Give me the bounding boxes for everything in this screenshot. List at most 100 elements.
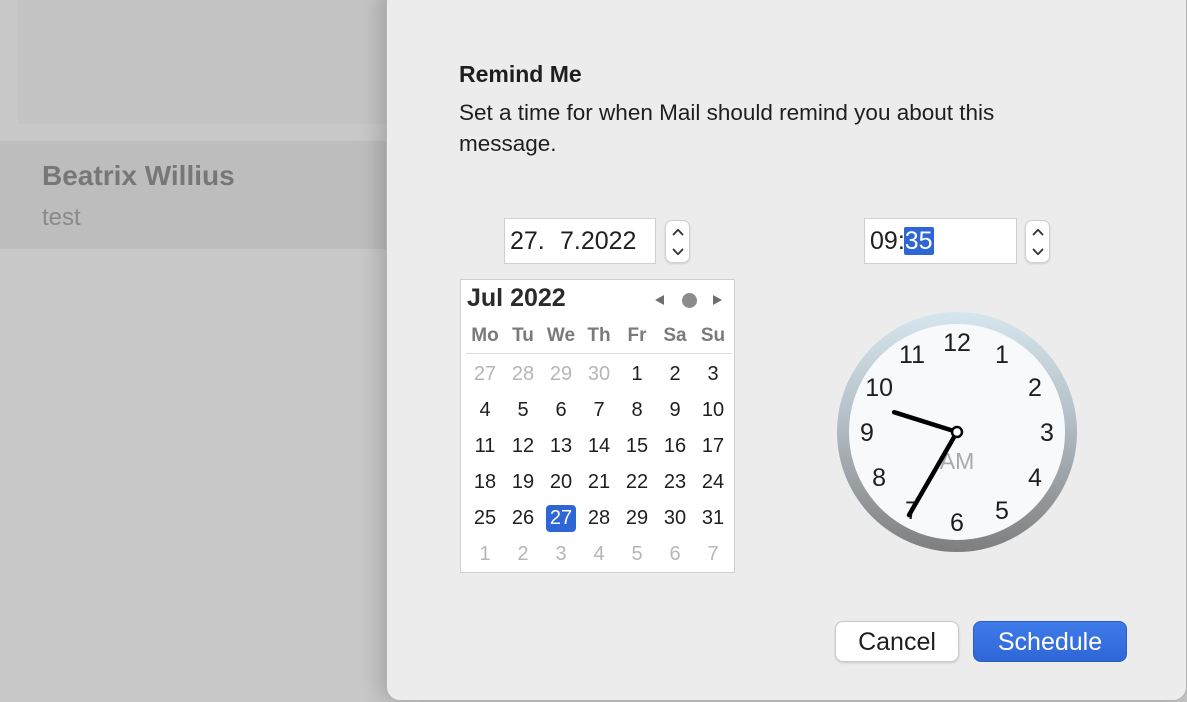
calendar-day[interactable]: 3 (542, 536, 580, 572)
calendar-day-number: 2 (517, 542, 529, 565)
calendar-day[interactable]: 13 (542, 428, 580, 464)
calendar-day[interactable]: 7 (694, 536, 732, 572)
calendar-day[interactable]: 19 (504, 464, 542, 500)
calendar-day[interactable]: 2 (504, 536, 542, 572)
clock-number: 9 (860, 419, 874, 447)
calendar-day-number: 31 (701, 506, 725, 529)
calendar-day-number: 20 (549, 470, 573, 493)
time-minute-segment[interactable]: 35 (903, 227, 934, 255)
calendar-day[interactable]: 14 (580, 428, 618, 464)
calendar-day[interactable]: 12 (504, 428, 542, 464)
calendar-day[interactable]: 28 (580, 500, 618, 536)
calendar-day-number: 29 (625, 506, 649, 529)
calendar-day-number: 15 (625, 434, 649, 457)
calendar-day[interactable]: 10 (694, 392, 732, 428)
calendar-week-row: 4 5 6 7 8 9 10 (466, 392, 732, 428)
message-sender: Beatrix Willius (42, 160, 235, 191)
calendar-day-number: 30 (663, 506, 687, 529)
calendar-day[interactable]: 15 (618, 428, 656, 464)
calendar-day-number: 7 (593, 398, 605, 421)
date-field[interactable]: 27. 7.2022 (504, 218, 656, 264)
triangle-left-icon[interactable] (652, 292, 668, 308)
calendar-day[interactable]: 18 (466, 464, 504, 500)
cancel-button[interactable]: Cancel (835, 621, 959, 662)
remind-me-sheet: Remind Me Set a time for when Mail shoul… (386, 0, 1187, 701)
calendar-day[interactable]: 31 (694, 500, 732, 536)
clock-number: 8 (872, 464, 886, 492)
calendar-day[interactable]: 27 (466, 356, 504, 392)
calendar-day-number: 28 (587, 506, 611, 529)
calendar-day-number: 22 (625, 470, 649, 493)
calendar-day[interactable]: 21 (580, 464, 618, 500)
calendar-day-number: 27 (545, 504, 577, 532)
calendar-day[interactable]: 11 (466, 428, 504, 464)
calendar-day[interactable]: 5 (504, 392, 542, 428)
chevron-down-icon[interactable] (1026, 242, 1049, 262)
calendar-day[interactable]: 24 (694, 464, 732, 500)
calendar-day[interactable]: 1 (618, 356, 656, 392)
calendar-week-row: 25 26 27 28 29 30 31 (466, 500, 732, 536)
calendar-day-number: 6 (555, 398, 567, 421)
chevron-down-icon[interactable] (666, 242, 689, 262)
analog-clock[interactable]: 121234567891011 AM (836, 311, 1078, 553)
calendar-day-number: 12 (511, 434, 535, 457)
dot-icon[interactable] (682, 293, 697, 308)
calendar-day[interactable]: 29 (542, 356, 580, 392)
calendar-day[interactable]: 7 (580, 392, 618, 428)
calendar-week-row: 27 28 29 30 1 2 3 (466, 356, 732, 392)
calendar-day[interactable]: 5 (618, 536, 656, 572)
calendar-day[interactable]: 1 (466, 536, 504, 572)
date-day-segment[interactable]: 27. (510, 219, 560, 263)
calendar-day[interactable]: 6 (656, 536, 694, 572)
calendar-day-number: 18 (473, 470, 497, 493)
sheet-title: Remind Me (459, 61, 582, 87)
calendar-day-number: 1 (631, 362, 643, 385)
calendar-day-number: 24 (701, 470, 725, 493)
calendar-weekday-header: Mo Tu We Th Fr Sa Su (466, 322, 732, 354)
clock-number: 11 (899, 341, 925, 369)
calendar-day[interactable]: 30 (580, 356, 618, 392)
chevron-up-icon[interactable] (1026, 222, 1049, 242)
weekday-label: Th (587, 325, 611, 346)
calendar-day-number: 5 (517, 398, 529, 421)
calendar-day[interactable]: 20 (542, 464, 580, 500)
calendar-day[interactable]: 26 (504, 500, 542, 536)
calendar-week-row: 11 12 13 14 15 16 17 (466, 428, 732, 464)
calendar-day-number: 7 (707, 542, 719, 565)
calendar-day-number: 25 (473, 506, 497, 529)
calendar-day[interactable]: 30 (656, 500, 694, 536)
date-stepper[interactable] (665, 220, 690, 263)
calendar-month-label: Jul 2022 (467, 284, 566, 312)
clock-number: 1 (995, 341, 1009, 369)
calendar-day[interactable]: 23 (656, 464, 694, 500)
calendar-day[interactable]: 3 (694, 356, 732, 392)
calendar-day[interactable]: 4 (580, 536, 618, 572)
calendar-day[interactable]: 2 (656, 356, 694, 392)
calendar-day[interactable]: 29 (618, 500, 656, 536)
time-stepper[interactable] (1025, 220, 1050, 263)
calendar-day[interactable]: 28 (504, 356, 542, 392)
calendar-day[interactable]: 22 (618, 464, 656, 500)
calendar-day-number: 27 (473, 362, 497, 385)
calendar-day[interactable]: 6 (542, 392, 580, 428)
calendar-day-number: 21 (587, 470, 611, 493)
calendar-day[interactable]: 4 (466, 392, 504, 428)
calendar-day-number: 3 (555, 542, 567, 565)
triangle-right-icon[interactable] (709, 292, 725, 308)
calendar-day[interactable]: 9 (656, 392, 694, 428)
message-list-row-selected[interactable] (0, 141, 420, 249)
calendar-day-grid: 27 28 29 30 1 2 3 4 5 6 7 8 9 10 11 12 13 14 15 16 17 18 19 20 2… (466, 356, 732, 572)
calendar-day-number: 19 (511, 470, 535, 493)
calendar-day[interactable]: 16 (656, 428, 694, 464)
time-hour-segment[interactable]: 09 (870, 227, 898, 255)
calendar-day[interactable]: 17 (694, 428, 732, 464)
schedule-button[interactable]: Schedule (973, 621, 1127, 662)
calendar-day[interactable]: 25 (466, 500, 504, 536)
time-field[interactable]: 09:35 (864, 218, 1017, 264)
calendar-day[interactable]: 8 (618, 392, 656, 428)
date-month-year-segment[interactable]: 7.2022 (560, 219, 636, 263)
calendar-day-selected[interactable]: 27 (542, 500, 580, 536)
calendar-picker[interactable]: Jul 2022 Mo Tu We Th Fr Sa Su 27 28 29 30 1 2 3 4 5 6 7 8… (460, 279, 735, 573)
calendar-day-number: 29 (549, 362, 573, 385)
chevron-up-icon[interactable] (666, 222, 689, 242)
